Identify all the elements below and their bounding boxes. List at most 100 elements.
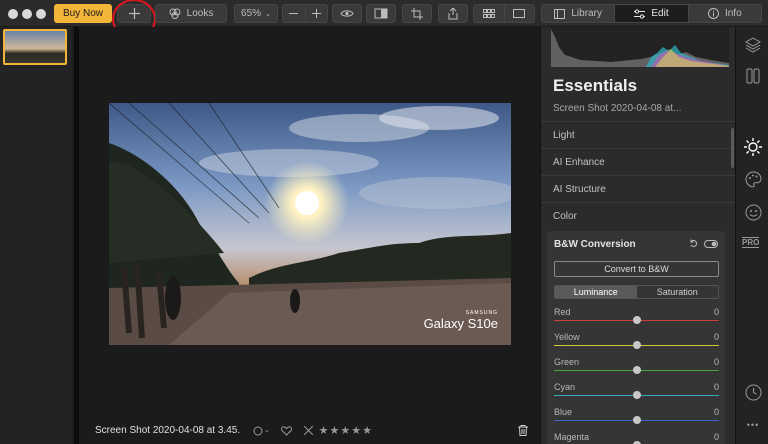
color-label-button[interactable]: -	[253, 425, 269, 437]
section-light[interactable]: Light	[541, 121, 735, 148]
view-mode-toggle	[473, 4, 535, 23]
star-rating[interactable]: ★★★★★	[319, 424, 373, 437]
convert-to-bw-label: Convert to B&W	[604, 264, 669, 274]
more-options-icon[interactable]: •••	[743, 415, 763, 435]
share-button[interactable]	[438, 4, 468, 23]
bw-header-controls	[689, 239, 718, 248]
tab-luminance-label: Luminance	[573, 287, 618, 297]
zoom-dropdown[interactable]: 65% ⌄	[234, 4, 278, 23]
section-label: AI Enhance	[553, 156, 605, 168]
slider-knob[interactable]	[633, 416, 641, 424]
single-view-button[interactable]	[503, 5, 535, 22]
grid-view-button[interactable]	[474, 5, 504, 22]
toggle-switch[interactable]	[704, 239, 718, 248]
green-slider[interactable]: Green 0	[554, 357, 719, 379]
photo-scene	[109, 103, 511, 345]
crop-button[interactable]	[402, 4, 432, 23]
history-clock-icon[interactable]	[743, 382, 763, 402]
slider-value: 0	[713, 332, 719, 342]
reject-icon[interactable]	[303, 426, 313, 435]
top-toolbar: Buy Now Looks 65% ⌄ Library Edit Info	[0, 0, 768, 39]
panel-scrollbar[interactable]	[731, 128, 734, 168]
tab-info-label: Info	[724, 8, 742, 19]
share-icon	[448, 7, 458, 19]
tab-luminance[interactable]: Luminance	[555, 286, 637, 298]
photo-filename: Screen Shot 2020-04-08 at 3.45.	[95, 425, 241, 436]
zoom-out-button[interactable]	[283, 5, 305, 22]
bw-conversion-title: B&W Conversion	[554, 239, 636, 250]
creative-palette-icon[interactable]	[743, 169, 763, 189]
slider-value: 0	[713, 432, 719, 442]
slider-knob[interactable]	[633, 341, 641, 349]
main-photo[interactable]: SAMSUNG Galaxy S10e	[109, 103, 511, 345]
slider-knob[interactable]	[633, 366, 641, 374]
pro-tools-icon[interactable]: PRO	[742, 237, 760, 248]
yellow-slider[interactable]: Yellow 0	[554, 332, 719, 354]
slider-label: Red	[554, 307, 571, 317]
close-window-button[interactable]	[8, 9, 18, 19]
zoom-in-button[interactable]	[304, 5, 328, 22]
zoom-window-button[interactable]	[36, 9, 46, 19]
minus-icon	[289, 13, 299, 14]
tab-edit-label: Edit	[651, 8, 669, 19]
layers-icon[interactable]	[743, 35, 763, 55]
section-label: Light	[553, 129, 575, 141]
slider-value: 0	[713, 307, 719, 317]
slider-label: Cyan	[554, 382, 576, 392]
mode-tabs: Library Edit Info	[541, 4, 762, 23]
plus-icon	[311, 9, 321, 18]
preview-toggle-button[interactable]	[332, 4, 362, 23]
tool-strip: PRO •••	[735, 27, 768, 444]
essentials-sun-icon[interactable]	[743, 137, 763, 157]
crop-icon	[411, 7, 423, 20]
compare-button[interactable]	[366, 4, 396, 23]
tab-edit[interactable]: Edit	[614, 5, 689, 22]
trash-icon[interactable]	[518, 425, 528, 436]
slider-label: Blue	[554, 407, 573, 417]
looks-icon	[169, 8, 181, 19]
section-color[interactable]: Color	[541, 202, 735, 229]
tab-library-label: Library	[571, 8, 602, 19]
photo-thumbnail[interactable]	[3, 29, 67, 65]
tab-info[interactable]: Info	[689, 5, 761, 22]
tab-saturation[interactable]: Saturation	[637, 286, 719, 298]
slider-knob[interactable]	[633, 391, 641, 399]
slider-label: Yellow	[554, 332, 580, 342]
slider-value: 0	[713, 357, 719, 367]
sliders-icon	[634, 8, 646, 19]
minimize-window-button[interactable]	[22, 9, 32, 19]
edit-panel: Essentials Screen Shot 2020-04-08 at... …	[540, 27, 735, 444]
undo-icon[interactable]	[689, 239, 698, 248]
section-ai-enhance[interactable]: AI Enhance	[541, 148, 735, 175]
red-slider[interactable]: Red 0	[554, 307, 719, 329]
zoom-label: 65%	[241, 8, 262, 19]
tab-saturation-label: Saturation	[656, 287, 698, 297]
single-view-icon	[513, 9, 526, 18]
cyan-slider[interactable]: Cyan 0	[554, 382, 719, 404]
slider-value: 0	[713, 407, 719, 417]
looks-button[interactable]: Looks	[155, 4, 227, 23]
zoom-stepper	[282, 4, 328, 23]
buy-now-label: Buy Now	[62, 8, 103, 19]
bw-tabs: Luminance Saturation	[554, 285, 719, 299]
portrait-face-icon[interactable]	[743, 202, 763, 222]
compare-icon	[374, 8, 388, 19]
blue-slider[interactable]: Blue 0	[554, 407, 719, 429]
canvas-tools-icon[interactable]	[743, 66, 763, 86]
color-label-value: -	[265, 424, 269, 437]
slider-knob[interactable]	[633, 316, 641, 324]
watermark-model: Galaxy S10e	[423, 316, 498, 331]
convert-to-bw-button[interactable]: Convert to B&W	[554, 261, 719, 277]
tab-library[interactable]: Library	[542, 5, 614, 22]
photo-canvas: SAMSUNG Galaxy S10e Screen Shot 2020-04-…	[79, 27, 540, 444]
heart-icon[interactable]	[280, 425, 292, 436]
buy-now-button[interactable]: Buy Now	[54, 4, 112, 23]
bw-conversion-panel: B&W Conversion Convert to B&W Luminance …	[547, 231, 725, 444]
library-icon	[554, 8, 566, 19]
chevron-down-icon: ⌄	[265, 10, 271, 18]
magenta-slider[interactable]: Magenta 0	[554, 432, 719, 444]
section-ai-structure[interactable]: AI Structure	[541, 175, 735, 202]
panel-title: Essentials	[553, 76, 638, 95]
info-icon	[707, 8, 719, 19]
rating-bar: - ★★★★★	[253, 424, 373, 437]
